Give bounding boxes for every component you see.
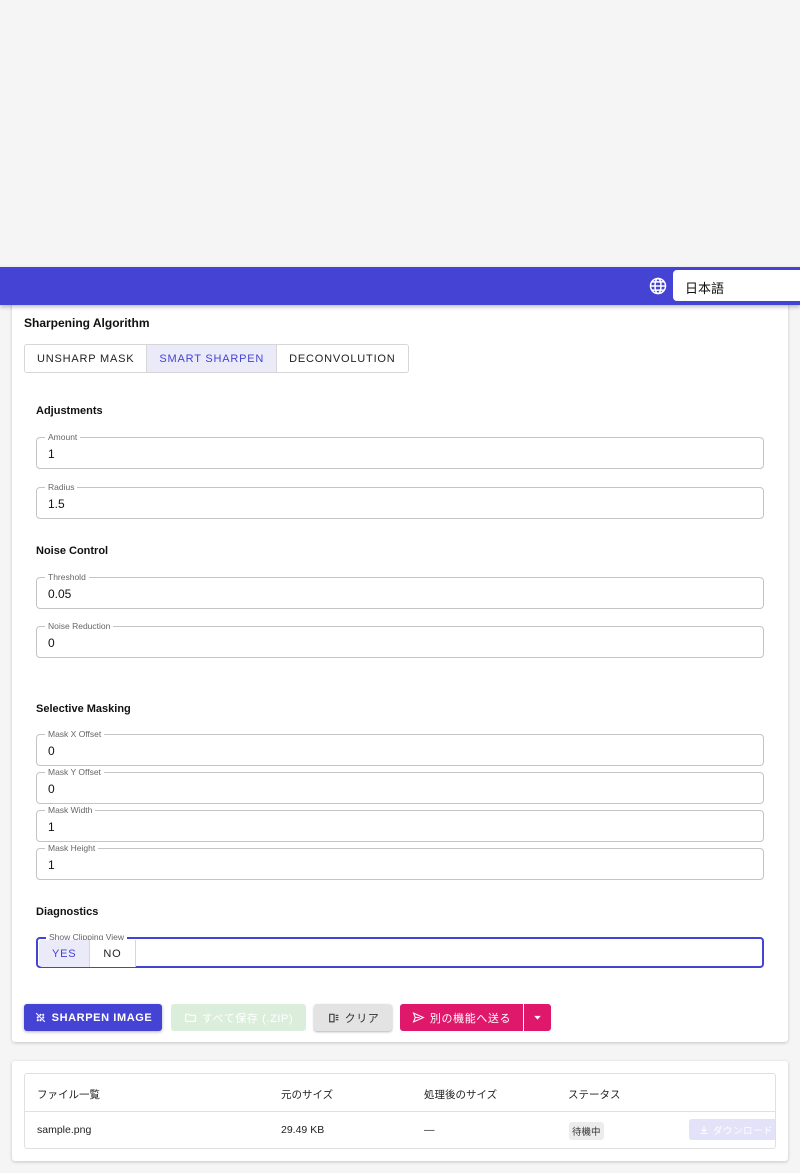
send-menu-dropdown-button[interactable]: [524, 1004, 551, 1031]
adjustments-heading: Adjustments: [36, 405, 103, 417]
download-label: ダウンロード: [713, 1125, 774, 1137]
file-list-card: ファイル一覧 元のサイズ 処理後のサイズ ステータス sample.png 29…: [12, 1061, 788, 1161]
processed-size: —: [424, 1124, 435, 1136]
mask-x-offset-label: Mask X Offset: [45, 729, 105, 739]
download-icon: [700, 1125, 708, 1134]
diagnostics-heading: Diagnostics: [36, 906, 99, 918]
radius-field[interactable]: Radius 1.5: [36, 482, 764, 519]
file-table: ファイル一覧 元のサイズ 処理後のサイズ ステータス sample.png 29…: [24, 1073, 776, 1149]
noise-reduction-label: Noise Reduction: [45, 621, 114, 631]
algorithm-unsharp-mask[interactable]: UNSHARP MASK: [25, 345, 148, 372]
show-clipping-view-field[interactable]: Show Clipping View YES NO: [36, 932, 764, 968]
mask-x-offset-value[interactable]: 0: [48, 744, 55, 758]
mask-y-offset-value[interactable]: 0: [48, 782, 55, 796]
download-button[interactable]: ダウンロード: [689, 1119, 775, 1140]
clear-all-icon: [328, 1013, 338, 1023]
mask-x-offset-field[interactable]: Mask X Offset 0: [36, 729, 764, 766]
column-status: ステータス: [568, 1089, 621, 1101]
amount-value[interactable]: 1: [48, 447, 55, 461]
sharpen-image-label: SHARPEN IMAGE: [51, 1011, 153, 1024]
status-badge: 待機中: [569, 1122, 604, 1140]
globe-icon[interactable]: [649, 277, 667, 295]
amount-field[interactable]: Amount 1: [36, 432, 764, 469]
settings-card: Sharpening Algorithm UNSHARP MASK SMART …: [12, 296, 788, 1042]
language-select[interactable]: 日本語: [673, 270, 800, 301]
mask-height-value[interactable]: 1: [48, 858, 55, 872]
mask-height-label: Mask Height: [45, 843, 99, 853]
algorithm-deconvolution[interactable]: DECONVOLUTION: [277, 345, 408, 372]
threshold-value[interactable]: 0.05: [48, 587, 71, 601]
noise-control-heading: Noise Control: [36, 545, 109, 557]
mask-width-value[interactable]: 1: [48, 820, 55, 834]
app-bar: 日本語: [0, 267, 800, 305]
algorithm-smart-sharpen[interactable]: SMART SHARPEN: [147, 345, 278, 372]
send-label: 別の機能へ送る: [429, 1012, 512, 1025]
column-file-list: ファイル一覧: [37, 1089, 100, 1101]
threshold-label: Threshold: [45, 572, 89, 582]
column-original-size: 元のサイズ: [281, 1089, 334, 1101]
original-size: 29.49 KB: [281, 1124, 325, 1136]
clear-button[interactable]: クリア: [314, 1004, 392, 1031]
algorithm-heading: Sharpening Algorithm: [24, 316, 150, 330]
clipping-toggle-group: YES NO: [39, 940, 136, 967]
clear-label: クリア: [344, 1012, 380, 1025]
amount-label: Amount: [45, 432, 81, 442]
header-divider: [25, 1111, 775, 1112]
radius-label: Radius: [45, 482, 78, 492]
folder-icon: [184, 1013, 196, 1022]
send-icon: [412, 1012, 425, 1023]
save-all-zip-label: すべて保存 (.ZIP): [201, 1012, 294, 1025]
column-processed-size: 処理後のサイズ: [424, 1089, 498, 1101]
mask-height-field[interactable]: Mask Height 1: [36, 843, 764, 880]
noise-reduction-value[interactable]: 0: [48, 636, 55, 650]
clipping-no-button[interactable]: NO: [90, 940, 135, 967]
sharpen-image-button[interactable]: SHARPEN IMAGE: [24, 1004, 162, 1031]
radius-value[interactable]: 1.5: [48, 497, 65, 511]
algorithm-toggle-group: UNSHARP MASK SMART SHARPEN DECONVOLUTION: [24, 344, 409, 373]
caret-down-icon: [534, 1015, 541, 1020]
mask-y-offset-label: Mask Y Offset: [45, 767, 104, 777]
mask-width-label: Mask Width: [45, 805, 96, 815]
mask-width-field[interactable]: Mask Width 1: [36, 805, 764, 842]
save-all-zip-button[interactable]: すべて保存 (.ZIP): [171, 1004, 306, 1031]
noise-reduction-field[interactable]: Noise Reduction 0: [36, 621, 764, 658]
selective-masking-heading: Selective Masking: [36, 703, 131, 715]
file-name: sample.png: [37, 1124, 92, 1136]
send-to-another-feature-button[interactable]: 別の機能へ送る: [400, 1004, 523, 1031]
sharpen-icon: [35, 1012, 45, 1023]
mask-y-offset-field[interactable]: Mask Y Offset 0: [36, 767, 764, 804]
clipping-yes-button[interactable]: YES: [39, 940, 91, 967]
threshold-field[interactable]: Threshold 0.05: [36, 572, 764, 609]
